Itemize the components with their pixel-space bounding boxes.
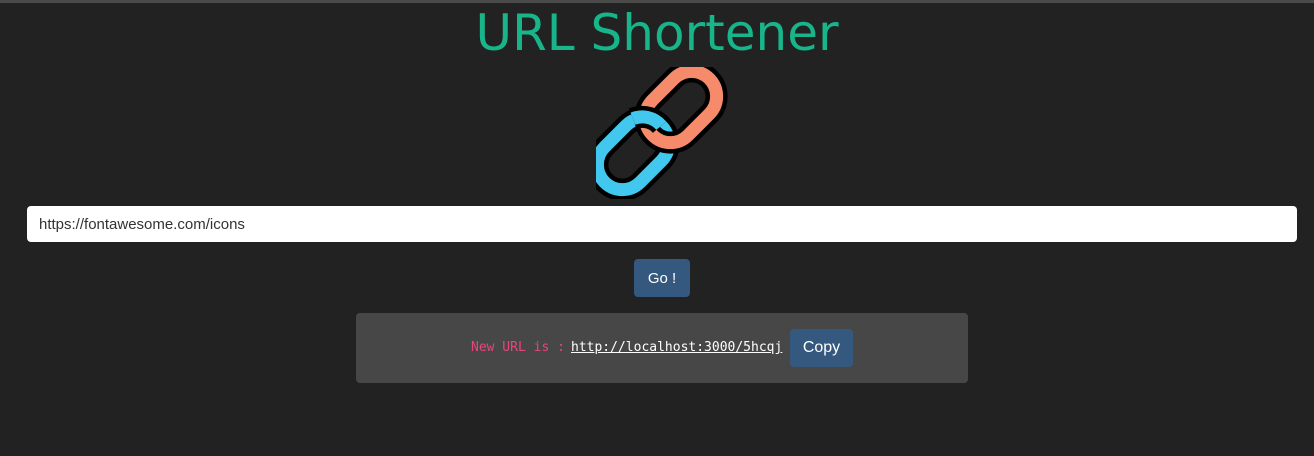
link-icon — [586, 60, 728, 201]
top-border — [0, 0, 1314, 3]
result-panel: New URL is : http://localhost:3000/5hcqj… — [356, 313, 968, 383]
result-label: New URL is : — [471, 340, 565, 355]
page-title: URL Shortener — [475, 4, 839, 62]
url-input[interactable] — [27, 206, 1297, 242]
copy-button[interactable]: Copy — [790, 329, 853, 367]
short-url-link[interactable]: http://localhost:3000/5hcqj — [571, 340, 782, 356]
go-button[interactable]: Go ! — [634, 259, 690, 297]
